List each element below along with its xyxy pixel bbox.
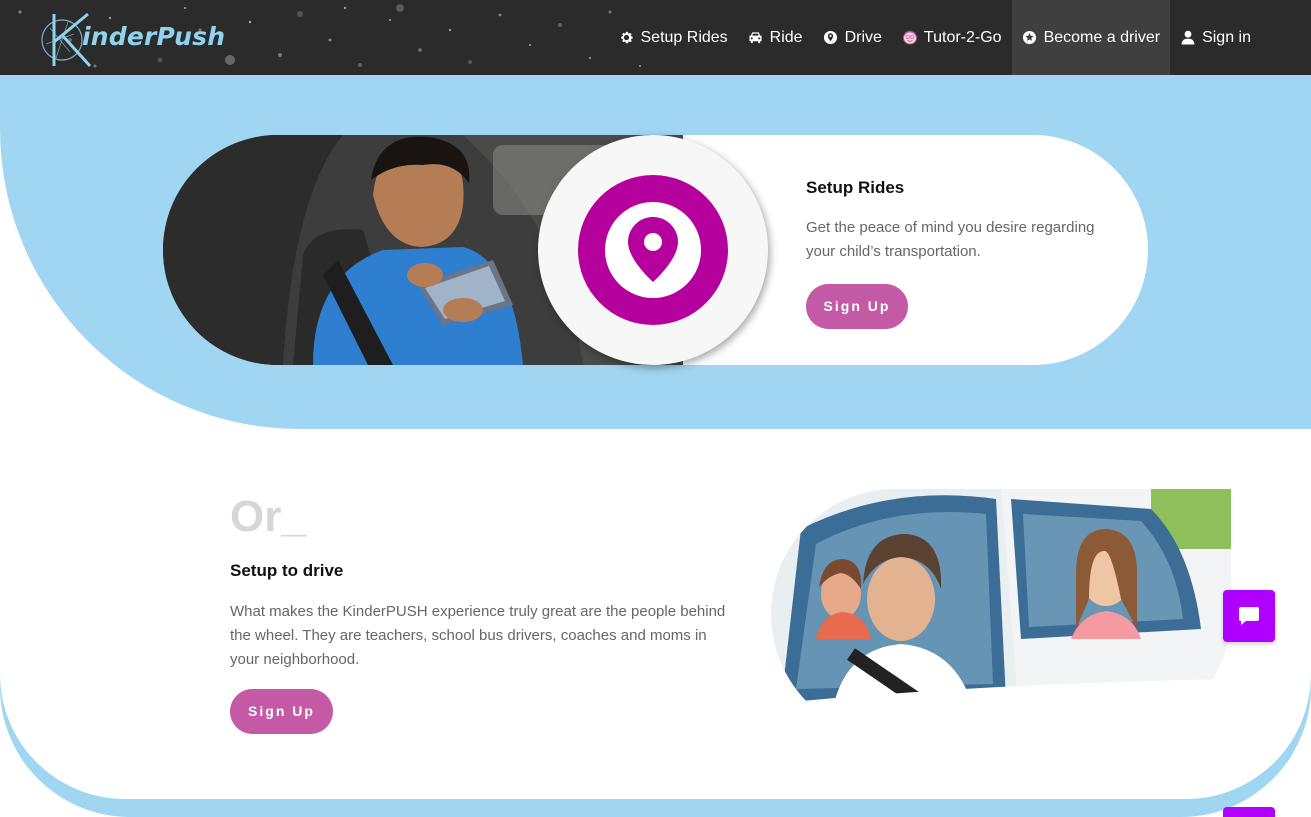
gear-icon [619, 30, 635, 46]
nav-item-setup-rides[interactable]: Setup Rides [609, 0, 738, 75]
setup-rides-description: Get the peace of mind you desire regardi… [806, 219, 1095, 260]
car-icon [748, 30, 764, 46]
tutor-icon [902, 30, 918, 46]
secondary-floating-button[interactable] [1223, 807, 1275, 817]
nav-item-label: Setup Rides [640, 28, 728, 46]
location-pin-icon [578, 175, 728, 325]
user-icon [1180, 30, 1196, 46]
chat-button[interactable] [1223, 590, 1275, 642]
family-in-car-photo [771, 489, 1231, 739]
setup-to-drive-title: Setup to drive [230, 561, 344, 580]
nav-item-label: Sign in [1202, 28, 1251, 46]
map-marker-icon [823, 30, 839, 46]
setup-to-drive-content: Setup to drive What makes the KinderPUSH… [230, 561, 730, 734]
brand-logo[interactable]: inderPush [40, 8, 225, 68]
setup-to-drive-signup-button[interactable]: Sign Up [230, 689, 333, 734]
nav-item-label: Drive [844, 28, 882, 46]
setup-to-drive-description: What makes the KinderPUSH experience tru… [230, 603, 726, 668]
nav-item-ride[interactable]: Ride [738, 0, 813, 75]
nav-item-label: Tutor-2-Go [923, 28, 1002, 46]
nav-item-tutor-2-go[interactable]: Tutor-2-Go [892, 0, 1012, 75]
chat-bubble-icon [1239, 607, 1259, 625]
star-circle-icon [1022, 30, 1038, 46]
setup-rides-title: Setup Rides [806, 178, 905, 197]
or-heading: Or_ [230, 492, 306, 541]
main-nav: Setup Rides Ride Drive Tutor-2-Go Become… [609, 0, 1262, 75]
top-navbar: inderPush Setup Rides Ride Drive Tutor-2… [0, 0, 1311, 75]
nav-item-label: Ride [769, 28, 803, 46]
location-badge [538, 135, 768, 365]
nav-item-drive[interactable]: Drive [813, 0, 892, 75]
nav-item-become-a-driver[interactable]: Become a driver [1011, 0, 1171, 75]
logo-wordmark: inderPush [82, 21, 226, 51]
setup-rides-content: Setup Rides Get the peace of mind you de… [806, 178, 1106, 329]
nav-item-sign-in[interactable]: Sign in [1170, 0, 1261, 75]
setup-rides-signup-button[interactable]: Sign Up [806, 284, 908, 329]
family-in-car-illustration [771, 489, 1231, 739]
nav-item-label: Become a driver [1043, 28, 1161, 46]
